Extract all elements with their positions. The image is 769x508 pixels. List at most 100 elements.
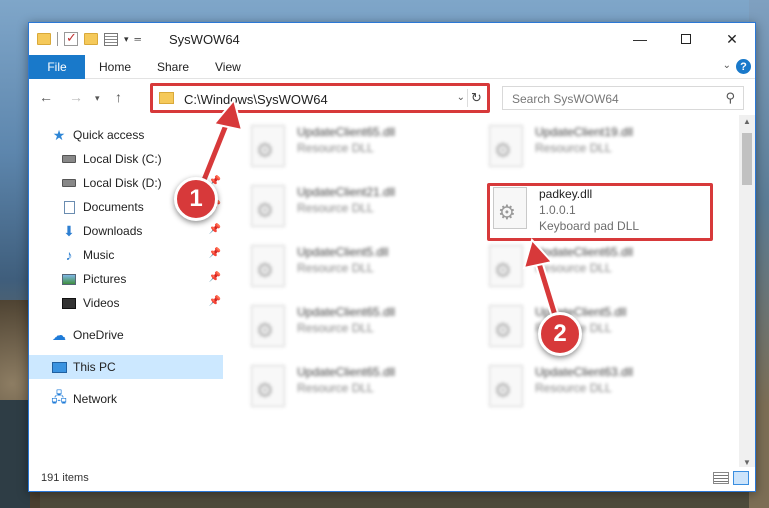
tab-file[interactable]: File — [29, 55, 85, 79]
file-item[interactable]: ⚙ UpdateClient65.dll Resource DLL — [251, 125, 471, 185]
file-description: Resource DLL — [535, 141, 612, 155]
pin-icon[interactable]: 📌 — [209, 224, 221, 235]
file-item[interactable]: ⚙ UpdateClient5.dll Resource DLL — [489, 305, 709, 365]
properties-icon[interactable] — [104, 32, 118, 46]
sidebar-item-label: Network — [73, 392, 118, 406]
minimize-button[interactable]: — — [617, 23, 663, 55]
sidebar-item-label: Music — [83, 248, 115, 262]
sidebar-item-onedrive[interactable]: ☁ OneDrive — [51, 323, 223, 347]
maximize-button[interactable] — [663, 23, 709, 55]
help-icon[interactable]: ? — [736, 59, 751, 74]
file-description: Resource DLL — [535, 261, 612, 275]
close-button[interactable]: ✕ — [709, 23, 755, 55]
sidebar-item-label: OneDrive — [73, 328, 124, 342]
sidebar-item-label: Pictures — [83, 272, 127, 286]
sidebar-item-quick-access[interactable]: ★ Quick access — [51, 123, 245, 147]
sidebar-item-this-pc[interactable]: This PC — [29, 355, 223, 379]
customize-toolbar-icon[interactable]: ═ — [135, 34, 141, 44]
file-name: UpdateClient65.dll — [297, 125, 396, 139]
file-item[interactable]: ⚙ UpdateClient63.dll Resource DLL — [489, 365, 709, 425]
file-list: ⚙ UpdateClient65.dll Resource DLL ⚙ Upda… — [225, 115, 741, 469]
file-item[interactable]: ⚙ UpdateClient21.dll Resource DLL — [251, 185, 471, 245]
search-placeholder: Search SysWOW64 — [512, 92, 619, 106]
pin-icon[interactable]: 📌 — [209, 296, 221, 307]
file-item[interactable]: ⚙ UpdateClient19.dll Resource DLL — [489, 125, 709, 185]
tab-home[interactable]: Home — [99, 55, 131, 79]
large-icons-view-icon[interactable] — [733, 471, 749, 485]
pin-icon[interactable]: 📌 — [209, 272, 221, 283]
sidebar-item-network[interactable]: 🖧 Network — [51, 387, 223, 411]
navigation-bar: ← → ▾ ↑ C:\Windows\SysWOW64 ⌄ ↻ Search S… — [29, 79, 755, 115]
file-description: Resource DLL — [297, 321, 374, 335]
details-view-icon[interactable] — [713, 472, 729, 484]
expand-ribbon-icon[interactable]: ⌄ — [723, 60, 731, 71]
quick-access-toolbar: ▾ ═ — [37, 30, 141, 46]
sidebar-item-label: Local Disk (D:) — [83, 176, 162, 190]
file-description: Resource DLL — [297, 201, 374, 215]
explorer-window: ▾ ═ SysWOW64 — ✕ File Home Share View ⌄ … — [28, 22, 756, 492]
videos-icon — [61, 296, 77, 310]
properties-check-icon[interactable] — [64, 30, 78, 46]
tab-view[interactable]: View — [215, 55, 241, 79]
file-item[interactable]: ⚙ UpdateClient65.dll Resource DLL — [251, 365, 471, 425]
chevron-down-icon[interactable]: ▾ — [124, 34, 129, 45]
dll-file-icon: ⚙ — [251, 365, 285, 407]
file-item[interactable]: ⚙ UpdateClient5.dll Resource DLL — [251, 245, 471, 305]
navigation-pane: ★ Quick access Local Disk (C:) Local Dis… — [29, 115, 225, 469]
window-title: SysWOW64 — [169, 32, 240, 47]
scrollbar-thumb[interactable] — [742, 133, 752, 185]
back-arrow-icon[interactable]: ← — [39, 89, 53, 105]
file-name: UpdateClient65.dll — [535, 245, 634, 259]
file-item[interactable]: ⚙ UpdateClient65.dll Resource DLL — [489, 245, 709, 305]
folder-icon[interactable] — [37, 33, 51, 45]
file-name: UpdateClient21.dll — [297, 185, 396, 199]
new-folder-icon[interactable] — [84, 33, 98, 45]
sidebar-item-downloads[interactable]: ⬇ Downloads 📌 — [61, 219, 223, 243]
sidebar-item-music[interactable]: ♪ Music 📌 — [61, 243, 223, 267]
dll-file-icon: ⚙ — [489, 125, 523, 167]
sidebar-item-label: Videos — [83, 296, 120, 310]
dll-file-icon: ⚙ — [489, 305, 523, 347]
music-icon: ♪ — [65, 247, 73, 263]
status-bar: 191 items — [29, 467, 755, 491]
file-name: UpdateClient63.dll — [535, 365, 634, 379]
dll-file-icon: ⚙ — [251, 305, 285, 347]
scroll-down-icon[interactable]: ▼ — [743, 458, 751, 467]
star-icon: ★ — [52, 126, 66, 143]
sidebar-item-pictures[interactable]: Pictures 📌 — [61, 267, 223, 291]
maximize-icon — [681, 34, 691, 44]
file-description: Resource DLL — [297, 381, 374, 395]
dll-file-icon: ⚙ — [251, 125, 285, 167]
file-item[interactable]: ⚙ UpdateClient65.dll Resource DLL — [251, 305, 471, 365]
network-icon: 🖧 — [51, 389, 67, 405]
sidebar-item-label: Local Disk (C:) — [83, 152, 162, 166]
sidebar-item-local-disk-c[interactable]: Local Disk (C:) — [61, 147, 223, 171]
search-icon[interactable]: ⚲ — [725, 90, 735, 106]
disk-icon — [61, 176, 77, 190]
forward-arrow-icon[interactable]: → — [69, 89, 83, 105]
address-highlight-box — [150, 83, 490, 113]
sidebar-item-videos[interactable]: Videos 📌 — [61, 291, 223, 315]
item-count: 191 items — [41, 472, 89, 484]
pin-icon[interactable]: 📌 — [209, 248, 221, 259]
document-icon — [61, 200, 77, 214]
up-arrow-icon[interactable]: ↑ — [115, 89, 122, 105]
file-name: UpdateClient65.dll — [297, 365, 396, 379]
pictures-icon — [61, 272, 77, 286]
file-description: Resource DLL — [297, 261, 374, 275]
scroll-up-icon[interactable]: ▲ — [743, 117, 751, 126]
dll-file-icon: ⚙ — [489, 365, 523, 407]
toolbar-divider — [57, 32, 58, 46]
search-input[interactable]: Search SysWOW64 ⚲ — [502, 86, 744, 110]
tab-share[interactable]: Share — [157, 55, 189, 79]
sidebar-item-label: Documents — [83, 200, 144, 214]
dll-file-icon: ⚙ — [251, 185, 285, 227]
file-name: UpdateClient65.dll — [297, 305, 396, 319]
disk-icon — [61, 152, 77, 166]
download-icon: ⬇ — [63, 222, 75, 239]
recent-locations-icon[interactable]: ▾ — [95, 93, 100, 104]
dll-file-icon: ⚙ — [251, 245, 285, 287]
vertical-scrollbar[interactable]: ▲ ▼ — [739, 115, 755, 469]
dll-file-icon: ⚙ — [489, 245, 523, 287]
sidebar-item-label: This PC — [73, 360, 116, 374]
